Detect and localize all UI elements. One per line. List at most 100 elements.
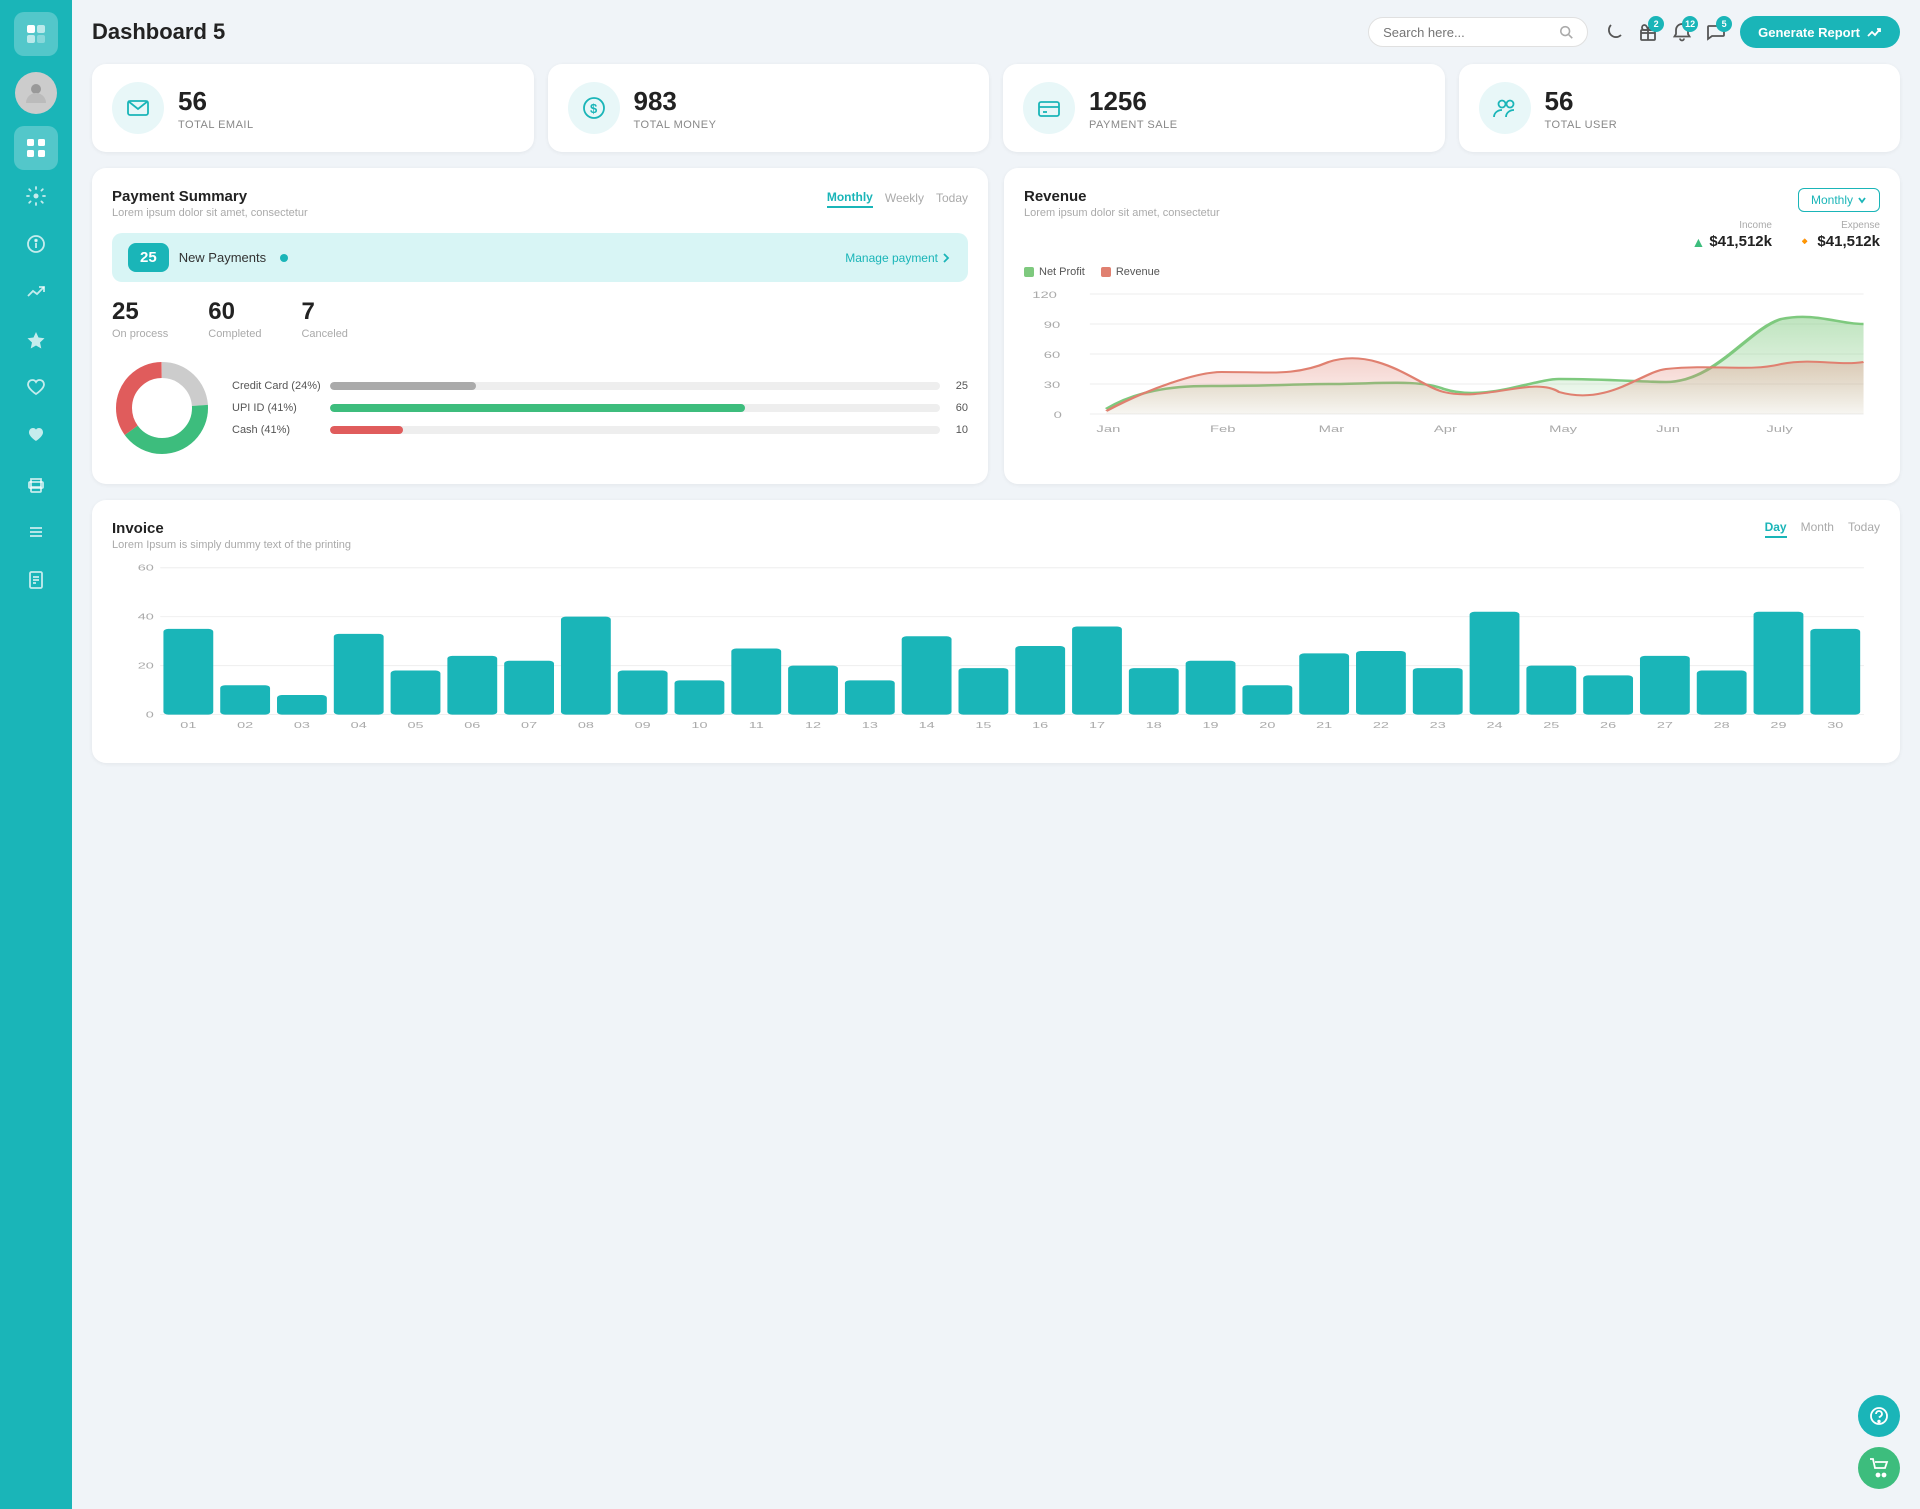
bar-chart-bar	[1583, 675, 1633, 714]
tab-weekly[interactable]: Weekly	[885, 189, 924, 207]
header: Dashboard 5 2	[92, 16, 1900, 48]
tab-today[interactable]: Today	[936, 189, 968, 207]
stat-card-money: $ 983 TOTAL MONEY	[548, 64, 990, 152]
completed-value: 60	[208, 298, 261, 326]
chat-icon-btn[interactable]: 5	[1706, 22, 1726, 42]
svg-text:17: 17	[1089, 720, 1105, 730]
generate-report-button[interactable]: Generate Report	[1740, 16, 1900, 48]
progress-bar-bg-cash	[330, 426, 940, 434]
sidebar	[0, 0, 72, 1509]
svg-text:03: 03	[294, 720, 311, 730]
sidebar-item-saved[interactable]	[14, 414, 58, 458]
revenue-title-group: Revenue Lorem ipsum dolor sit amet, cons…	[1024, 188, 1220, 219]
float-support-btn[interactable]	[1858, 1395, 1900, 1437]
stat-info-user: 56 TOTAL USER	[1545, 86, 1618, 131]
svg-text:0: 0	[146, 710, 155, 720]
bar-chart-bar	[1754, 612, 1804, 715]
manage-payment-link[interactable]: Manage payment	[845, 251, 952, 265]
bar-chart-bar	[561, 617, 611, 715]
invoice-header: Invoice Lorem Ipsum is simply dummy text…	[112, 520, 1880, 551]
stat-info-email: 56 TOTAL EMAIL	[178, 86, 254, 131]
expense-label: Expense	[1841, 220, 1880, 231]
sidebar-item-info[interactable]	[14, 222, 58, 266]
on-process-value: 25	[112, 298, 168, 326]
payment-summary-subtitle: Lorem ipsum dolor sit amet, consectetur	[112, 207, 308, 219]
revenue-header: Revenue Lorem ipsum dolor sit amet, cons…	[1024, 188, 1880, 256]
sidebar-item-dashboard[interactable]	[14, 126, 58, 170]
svg-text:23: 23	[1430, 720, 1447, 730]
user-icon	[1479, 82, 1531, 134]
user-avatar[interactable]	[15, 72, 57, 114]
svg-text:16: 16	[1032, 720, 1049, 730]
invoice-subtitle: Lorem Ipsum is simply dummy text of the …	[112, 539, 351, 551]
middle-row: Payment Summary Lorem ipsum dolor sit am…	[92, 168, 1900, 484]
invoice-tab-today[interactable]: Today	[1848, 520, 1880, 538]
svg-text:$: $	[590, 101, 598, 116]
invoice-card: Invoice Lorem Ipsum is simply dummy text…	[92, 500, 1900, 763]
legend-label-net-profit: Net Profit	[1039, 266, 1085, 278]
revenue-subtitle: Lorem ipsum dolor sit amet, consectetur	[1024, 207, 1220, 219]
search-input[interactable]	[1383, 25, 1551, 40]
svg-text:02: 02	[237, 720, 253, 730]
progress-credit-card: Credit Card (24%) 25	[232, 380, 968, 392]
svg-text:Apr: Apr	[1434, 424, 1457, 434]
stat-number-email: 56	[178, 86, 254, 117]
svg-text:40: 40	[138, 612, 155, 622]
svg-text:0: 0	[1054, 410, 1062, 420]
payment-summary-card: Payment Summary Lorem ipsum dolor sit am…	[92, 168, 988, 484]
revenue-legend: Net Profit Revenue	[1024, 266, 1880, 278]
sidebar-item-reports[interactable]	[14, 558, 58, 602]
svg-text:22: 22	[1373, 720, 1389, 730]
dark-mode-toggle[interactable]	[1604, 22, 1624, 42]
tab-monthly[interactable]: Monthly	[827, 188, 873, 208]
bell-badge: 12	[1682, 16, 1698, 32]
bar-chart-bar	[163, 629, 213, 715]
svg-text:21: 21	[1316, 720, 1333, 730]
bar-chart-bar	[675, 680, 725, 714]
invoice-tab-day[interactable]: Day	[1765, 520, 1787, 538]
progress-upi: UPI ID (41%) 60	[232, 402, 968, 414]
sidebar-item-print[interactable]	[14, 462, 58, 506]
svg-text:10: 10	[691, 720, 708, 730]
app-logo[interactable]	[14, 12, 58, 56]
donut-chart	[112, 358, 212, 458]
svg-text:29: 29	[1770, 720, 1787, 730]
legend-dot-net-profit	[1024, 267, 1034, 277]
svg-text:14: 14	[919, 720, 936, 730]
payment-icon	[1023, 82, 1075, 134]
svg-text:120: 120	[1032, 290, 1057, 300]
svg-text:24: 24	[1486, 720, 1503, 730]
new-payments-bar: 25 New Payments Manage payment	[112, 233, 968, 282]
bar-chart-bar	[1129, 668, 1179, 715]
stat-number-money: 983	[634, 86, 717, 117]
bar-chart-bar	[1299, 653, 1349, 714]
stat-on-process: 25 On process	[112, 298, 168, 340]
float-cart-btn[interactable]	[1858, 1447, 1900, 1489]
email-icon	[112, 82, 164, 134]
sidebar-item-list[interactable]	[14, 510, 58, 554]
progress-label-cash: Cash (41%)	[232, 424, 322, 436]
bar-chart-bar	[220, 685, 270, 714]
progress-cash: Cash (41%) 10	[232, 424, 968, 436]
invoice-tab-month[interactable]: Month	[1801, 520, 1834, 538]
svg-text:July: July	[1766, 424, 1793, 434]
revenue-monthly-btn[interactable]: Monthly	[1798, 188, 1880, 212]
sidebar-item-heart[interactable]	[14, 366, 58, 410]
svg-text:04: 04	[351, 720, 368, 730]
svg-text:28: 28	[1714, 720, 1731, 730]
gift-icon-btn[interactable]: 2	[1638, 22, 1658, 42]
sidebar-item-analytics[interactable]	[14, 270, 58, 314]
sidebar-item-settings[interactable]	[14, 174, 58, 218]
sidebar-item-favorites[interactable]	[14, 318, 58, 362]
svg-text:90: 90	[1044, 320, 1061, 330]
income-item: Income ▲ $41,512k	[1692, 220, 1772, 250]
progress-val-cc: 25	[948, 380, 968, 392]
search-bar[interactable]	[1368, 17, 1588, 47]
stat-number-user: 56	[1545, 86, 1618, 117]
svg-text:60: 60	[1044, 350, 1061, 360]
bar-chart-bar	[1810, 629, 1860, 715]
bell-icon-btn[interactable]: 12	[1672, 22, 1692, 42]
progress-bar-fill-cc	[330, 382, 476, 390]
income-expense: Income ▲ $41,512k Expense 🔸 $41,512k	[1692, 220, 1880, 250]
svg-text:05: 05	[407, 720, 424, 730]
